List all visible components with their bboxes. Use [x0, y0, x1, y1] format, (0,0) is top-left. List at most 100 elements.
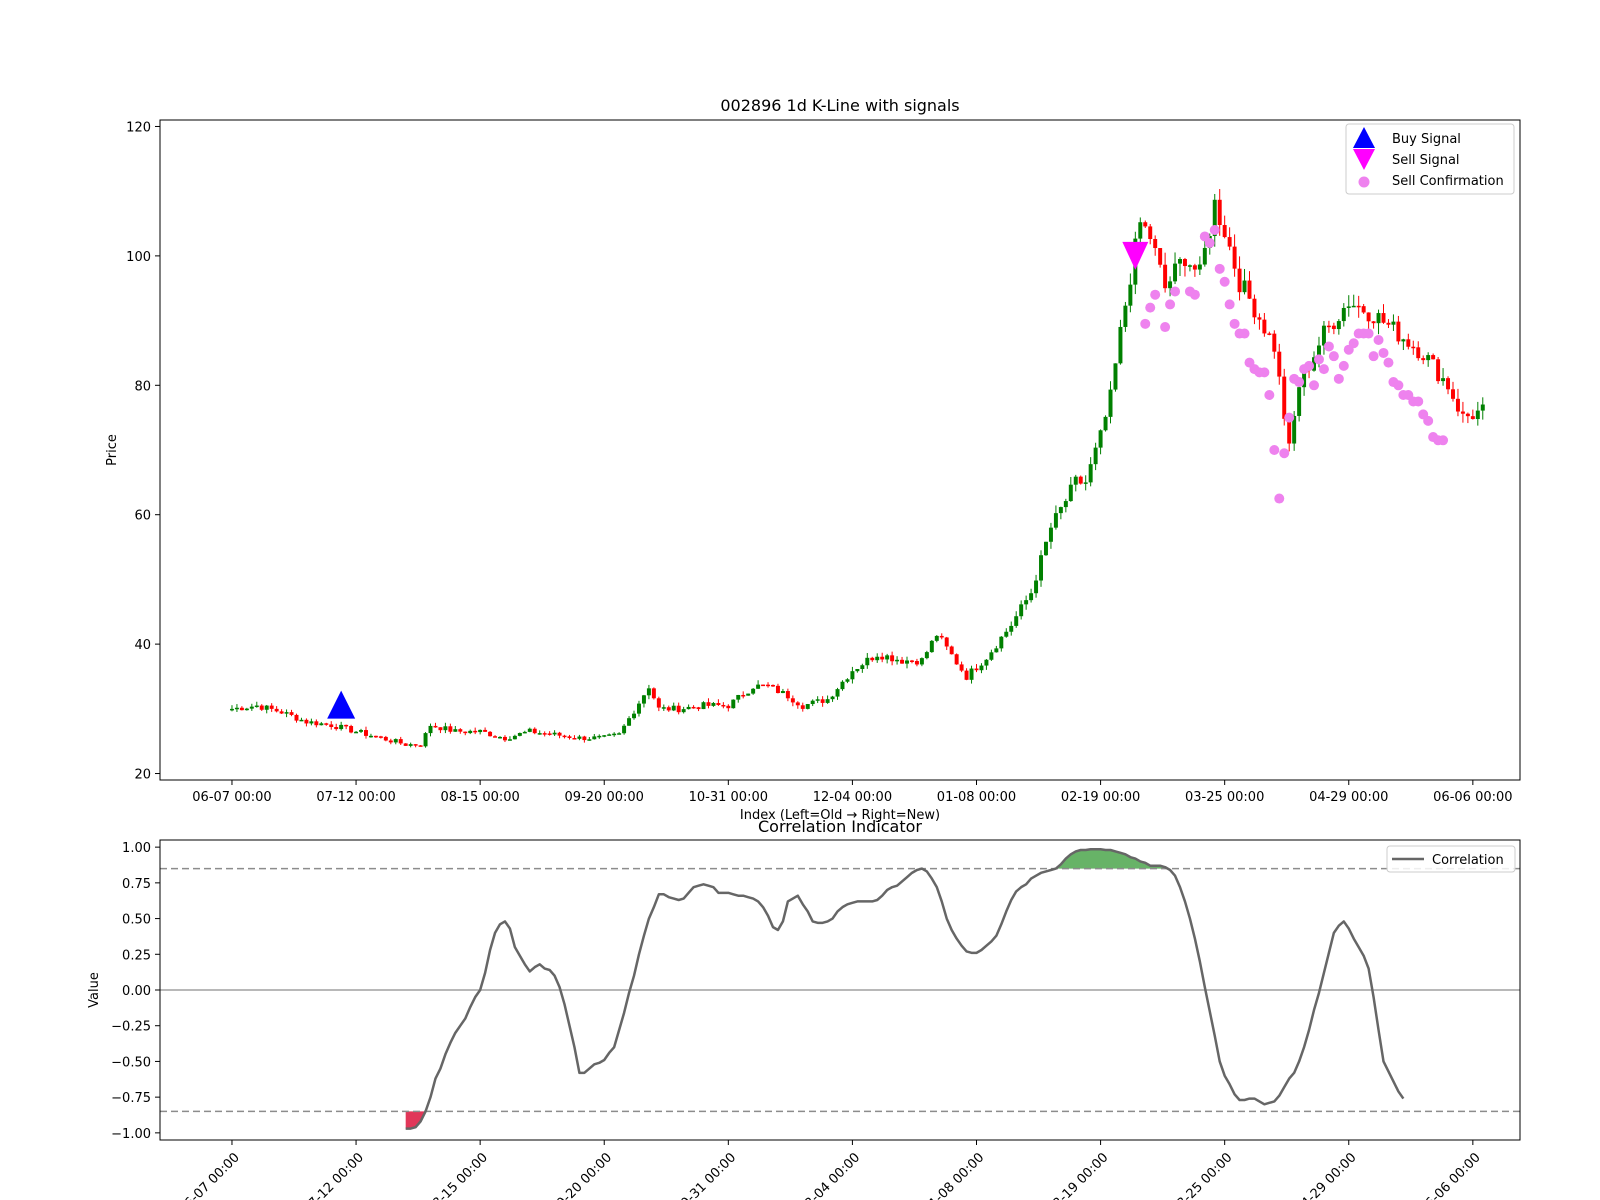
price-y-tick-label: 80 [134, 379, 151, 394]
candle-body [666, 707, 671, 711]
candle-body [1093, 447, 1098, 465]
sell-confirmation-marker [1264, 390, 1275, 400]
candle-body [726, 705, 731, 709]
sell-confirmation-marker [1214, 263, 1225, 274]
candle-body [1063, 501, 1068, 508]
candle-body [924, 652, 929, 659]
candle-body [1356, 305, 1361, 308]
correlation-y-tick-label: −0.50 [111, 1055, 151, 1070]
candle-body [934, 635, 939, 641]
candle-body [1068, 484, 1073, 502]
candle-body [478, 729, 483, 733]
candle-body [885, 655, 890, 660]
candle-body [244, 708, 249, 711]
candle-body [880, 656, 885, 660]
candle-body [656, 698, 661, 708]
sell-confirmation-marker [1140, 318, 1151, 329]
candle-body [1391, 321, 1396, 325]
candle-body [1361, 306, 1366, 313]
candle-body [1192, 265, 1197, 270]
candle-body [1341, 307, 1346, 322]
candle-body [1138, 222, 1143, 239]
candle-body [1053, 513, 1058, 528]
candle-body [408, 744, 413, 746]
candle-body [1108, 389, 1113, 417]
candle-body [746, 693, 751, 696]
sell-confirmation-marker [1423, 415, 1434, 426]
candle-body [800, 705, 805, 709]
candle-body [840, 681, 845, 690]
candle-body [994, 648, 999, 653]
sell-confirmation-marker [1229, 318, 1240, 329]
price-x-tick-label: 02-19 00:00 [1061, 790, 1140, 805]
candle-body [234, 707, 239, 710]
candle-body [731, 699, 736, 709]
candle-body [512, 735, 517, 740]
candle-body [1222, 225, 1227, 238]
price-x-tick-label: 01-08 00:00 [937, 790, 1016, 805]
candle-body [775, 685, 780, 694]
candle-body [259, 705, 264, 710]
candle-body [984, 659, 989, 666]
candle-body [1480, 404, 1485, 411]
sell-confirmation-marker [1219, 276, 1230, 287]
candle-body [1326, 325, 1331, 328]
candle-body [1004, 631, 1009, 637]
candle-body [289, 712, 294, 715]
candle-body [1282, 376, 1287, 419]
candle-body [701, 702, 706, 710]
candle-body [939, 635, 944, 638]
price-y-tick-label: 40 [134, 638, 151, 653]
candle-body [919, 658, 924, 665]
candle-body [835, 689, 840, 697]
candle-body [1098, 430, 1103, 448]
sell-confirmation-marker [1328, 351, 1339, 362]
candle-body [929, 640, 934, 653]
candle-body [1331, 325, 1336, 330]
candle-body [607, 734, 612, 736]
sell-confirmation-marker [1323, 341, 1334, 352]
candle-body [592, 736, 597, 740]
candle-body [890, 655, 895, 662]
correlation-y-tick-label: 1.00 [122, 841, 151, 856]
candle-body [646, 688, 651, 696]
candle-body [1232, 246, 1237, 269]
candle-body [264, 705, 269, 710]
correlation-y-tick-label: −0.25 [111, 1020, 151, 1035]
candle-body [344, 724, 349, 727]
correlation-y-tick-label: 0.00 [122, 984, 151, 999]
candle-body [522, 731, 527, 734]
candle-body [1336, 321, 1341, 330]
candle-body [517, 732, 522, 736]
candle-body [572, 738, 577, 740]
price-x-tick-label: 08-15 00:00 [440, 790, 519, 805]
candle-body [324, 723, 329, 725]
candle-body [1366, 312, 1371, 322]
candle-body [964, 670, 969, 680]
candle-body [815, 699, 820, 701]
candle-body [949, 646, 954, 655]
correlation-y-tick-label: 0.25 [122, 948, 151, 963]
candle-body [1217, 199, 1222, 226]
price-legend: Buy Signal Sell Signal Sell Confirmation [1345, 123, 1515, 195]
correlation-chart-title: Correlation Indicator [758, 817, 922, 836]
candle-body [855, 668, 860, 672]
candle-body [567, 736, 572, 739]
candle-body [1009, 625, 1014, 632]
candle-body [1455, 398, 1460, 412]
sell-confirmation-marker [1165, 299, 1176, 310]
sell-confirmation-marker [1269, 445, 1280, 455]
candle-body [314, 721, 319, 726]
candle-body [900, 659, 905, 664]
candle-body [1197, 264, 1202, 270]
candle-body [845, 679, 850, 682]
candle-body [790, 698, 795, 703]
candle-body [239, 707, 244, 711]
candle-body [622, 725, 627, 734]
candle-body [1386, 322, 1391, 325]
candle-body [542, 733, 547, 735]
correlation-y-tick-label: 0.50 [122, 913, 151, 928]
candle-body [974, 668, 979, 671]
price-x-tick-label: 09-20 00:00 [565, 790, 644, 805]
candle-body [1272, 333, 1277, 352]
